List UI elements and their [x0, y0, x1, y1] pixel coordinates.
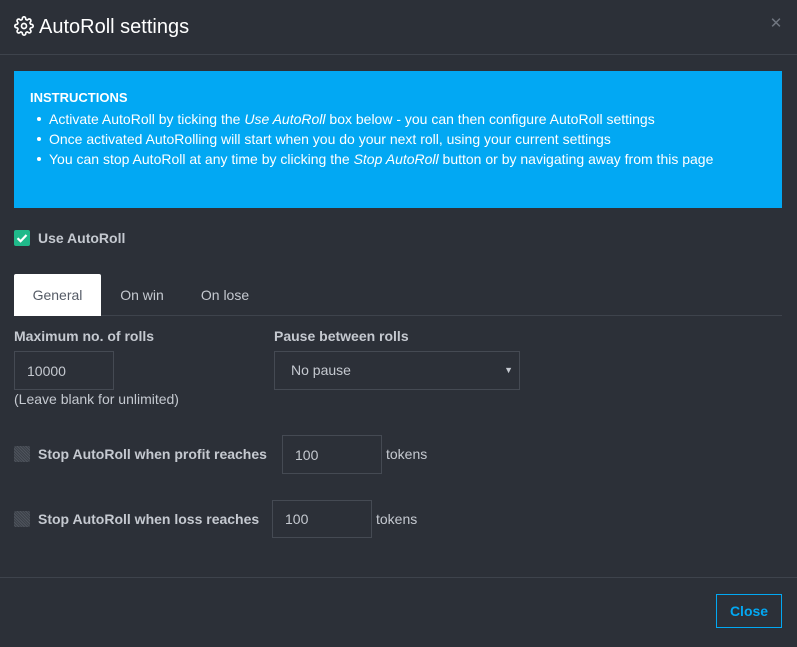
loss-checkbox[interactable]: [14, 511, 30, 527]
tab-on-win[interactable]: On win: [107, 274, 177, 316]
instructions-list: Activate AutoRoll by ticking the Use Aut…: [30, 109, 766, 169]
loss-input[interactable]: [272, 500, 372, 538]
max-rolls-input[interactable]: [14, 351, 114, 390]
pause-label: Pause between rolls: [274, 328, 409, 344]
dialog-header: AutoRoll settings ✕: [0, 0, 797, 55]
instructions-heading: INSTRUCTIONS: [30, 90, 128, 105]
caret-down-icon: ▼: [504, 365, 513, 375]
tab-on-lose[interactable]: On lose: [189, 274, 261, 316]
settings-tabs: General On win On lose: [14, 274, 782, 316]
gear-icon: [14, 16, 34, 36]
profit-checkbox[interactable]: [14, 446, 30, 462]
profit-unit: tokens: [386, 446, 428, 462]
checkmark-icon: [16, 234, 28, 243]
pause-select-value: No pause: [291, 362, 351, 378]
pause-select[interactable]: No pause ▼: [274, 351, 520, 390]
tab-general[interactable]: General: [14, 274, 101, 316]
instruction-item: Activate AutoRoll by ticking the Use Aut…: [37, 109, 766, 129]
dialog-title: AutoRoll settings: [39, 16, 190, 38]
instructions-panel: INSTRUCTIONS Activate AutoRoll by tickin…: [14, 71, 782, 208]
max-rolls-hint: (Leave blank for unlimited): [14, 391, 179, 407]
close-button[interactable]: Close: [716, 594, 782, 628]
instruction-item: Once activated AutoRolling will start wh…: [37, 129, 766, 149]
close-icon[interactable]: ✕: [769, 16, 783, 31]
loss-unit: tokens: [376, 511, 418, 527]
max-rolls-label: Maximum no. of rolls: [14, 328, 155, 344]
instruction-item: You can stop AutoRoll at any time by cli…: [37, 149, 766, 169]
use-autoroll-checkbox[interactable]: [14, 230, 30, 246]
profit-input[interactable]: [282, 435, 382, 474]
use-autoroll-label[interactable]: Use AutoRoll: [38, 229, 125, 247]
loss-label[interactable]: Stop AutoRoll when loss reaches: [38, 510, 259, 528]
footer-divider: [0, 577, 797, 578]
profit-label[interactable]: Stop AutoRoll when profit reaches: [38, 445, 267, 463]
